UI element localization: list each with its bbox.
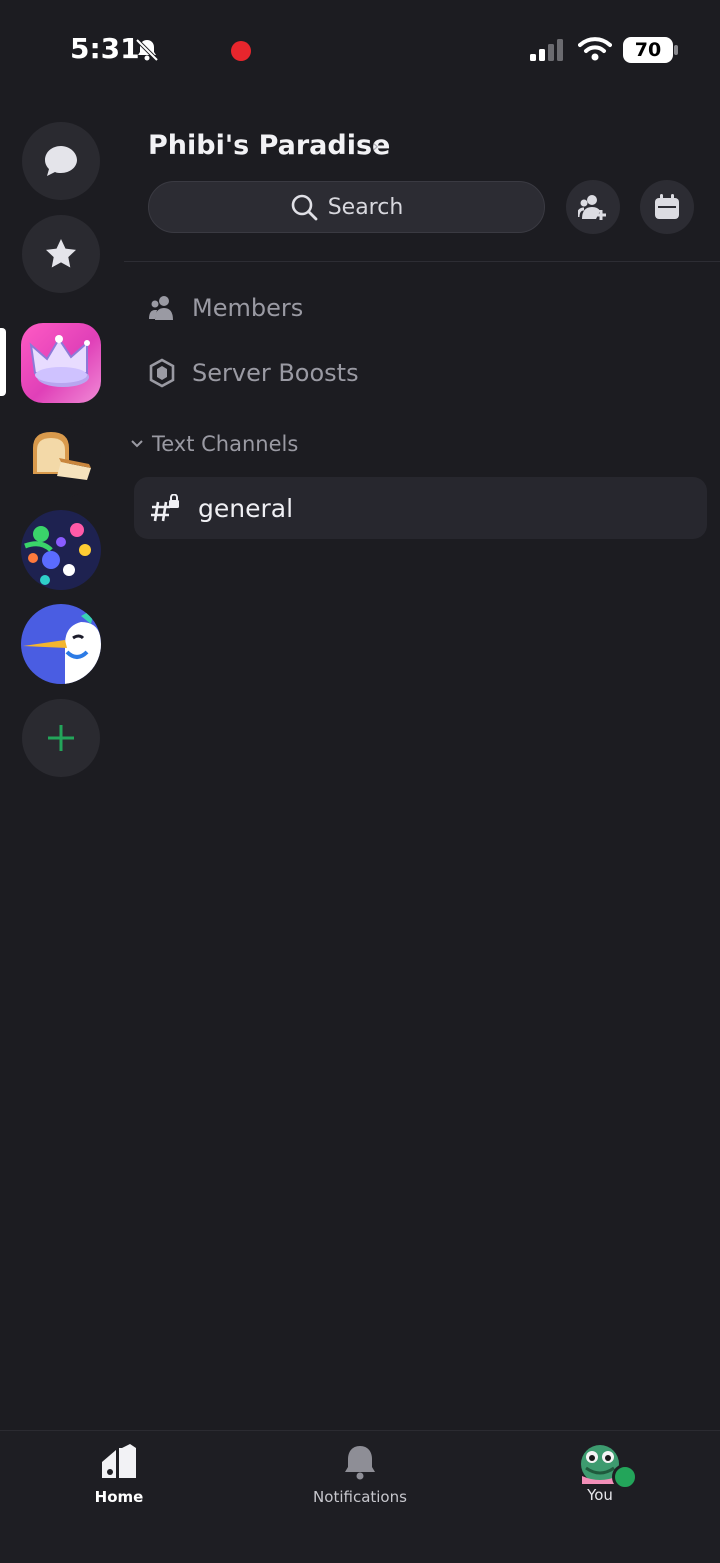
- tab-notifications[interactable]: Notifications: [280, 1444, 440, 1506]
- avatar: [580, 1444, 638, 1490]
- chevron-right-icon: ›: [372, 136, 380, 157]
- home-icon: [102, 1444, 136, 1478]
- text-channels-label: Text Channels: [152, 432, 299, 456]
- events-calendar-icon: [655, 194, 679, 219]
- header-divider: [124, 261, 720, 262]
- bell-slash-icon: [135, 38, 159, 62]
- direct-messages-button[interactable]: [22, 122, 100, 200]
- server-phibis-paradise[interactable]: [21, 323, 101, 403]
- online-status-dot: [612, 1464, 638, 1490]
- plus-icon: [48, 725, 74, 751]
- chevron-down-icon: [131, 440, 143, 448]
- battery-icon: 70: [623, 37, 673, 63]
- server-bread[interactable]: [21, 418, 101, 498]
- search-icon: [291, 194, 318, 221]
- members-icon: [149, 296, 173, 320]
- tab-you-label: You: [587, 1486, 613, 1504]
- channel-general[interactable]: general: [134, 477, 707, 539]
- members-item[interactable]: Members: [148, 288, 303, 328]
- search-bar[interactable]: Search: [148, 181, 545, 233]
- status-time: 5:31: [70, 32, 140, 65]
- invite-members-button[interactable]: [566, 180, 620, 234]
- discover-button[interactable]: [22, 215, 100, 293]
- text-channels-header[interactable]: Text Channels: [130, 432, 298, 456]
- selected-server-indicator: [0, 328, 6, 396]
- tab-home-label: Home: [94, 1488, 144, 1506]
- boost-gem-icon: [149, 358, 175, 388]
- bird-server-icon: [23, 608, 101, 684]
- server-art[interactable]: [21, 510, 101, 590]
- tab-notifications-label: Notifications: [313, 1488, 407, 1506]
- cellular-signal-icon: [530, 39, 563, 61]
- battery-tip: [674, 45, 678, 55]
- tab-you[interactable]: You: [520, 1444, 680, 1504]
- tab-home[interactable]: Home: [39, 1444, 199, 1506]
- chat-bubble-icon: [45, 146, 77, 176]
- server-boosts-label: Server Boosts: [192, 359, 359, 387]
- add-server-button[interactable]: [22, 699, 100, 777]
- search-placeholder: Search: [327, 194, 404, 220]
- art-server-icon: [24, 523, 91, 585]
- events-calendar-button[interactable]: [640, 180, 694, 234]
- bell-icon: [345, 1446, 375, 1480]
- recording-dot-icon: [231, 41, 251, 61]
- crown-server-icon: [29, 335, 90, 387]
- members-label: Members: [192, 294, 304, 322]
- channel-general-label: general: [198, 493, 294, 523]
- server-boosts-item[interactable]: Server Boosts: [148, 353, 359, 393]
- wifi-icon: [578, 37, 612, 61]
- locked-channel-hash-icon: [151, 494, 179, 522]
- server-title[interactable]: Phibi's Paradise: [148, 130, 390, 161]
- star-icon: [46, 239, 76, 268]
- invite-members-icon: [578, 195, 606, 220]
- server-bird[interactable]: [21, 604, 101, 684]
- bread-server-icon: [33, 432, 91, 480]
